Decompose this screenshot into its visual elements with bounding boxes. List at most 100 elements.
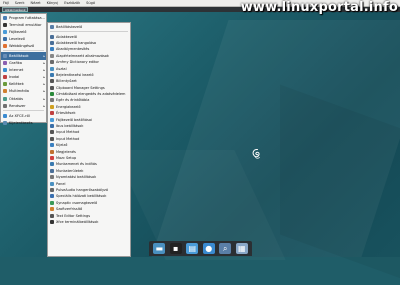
settings-menu-item[interactable]: Beállításkezelő	[48, 24, 130, 30]
settings-item-icon	[50, 124, 54, 129]
settings-item-icon	[50, 200, 54, 205]
settings-item-icon	[50, 117, 54, 122]
app-category-icon	[3, 61, 7, 66]
settings-item-label: Xfce terminálbeállítások	[56, 219, 99, 224]
app-menu-item[interactable]: Az XFCE-ről	[1, 112, 46, 119]
settings-item-label: Synaptic csomagkezelő	[56, 200, 98, 205]
app-menu-item[interactable]: Irodai ▸	[1, 74, 46, 81]
settings-item-label: Címtáblázat elengedés és adatvédelem	[56, 92, 126, 97]
settings-item-icon	[50, 34, 54, 39]
dock-taskbar: ▬ ▪ ▤ ● ⌕ ▦	[149, 241, 252, 256]
app-category-icon	[3, 22, 7, 27]
app-category-icon	[3, 96, 7, 101]
settings-menu-item[interactable]: Xfce terminálbeállítások	[48, 219, 130, 225]
settings-item-label: Beállításkezelő	[56, 25, 83, 30]
app-menu-item[interactable]: Internet ▸	[1, 67, 46, 74]
app-menu-label: Internet	[9, 68, 24, 73]
submenu-arrow-icon: ▸	[43, 96, 45, 101]
app-menu-item[interactable]: Fájlkezelő	[1, 28, 46, 35]
settings-item-icon	[50, 111, 54, 116]
submenu-arrow-icon: ▸	[43, 89, 45, 94]
settings-item-icon	[50, 156, 54, 160]
menu-separator	[50, 31, 128, 33]
app-menu-item[interactable]: Grafika ▸	[1, 60, 46, 67]
settings-item-icon	[50, 162, 54, 167]
settings-item-label: Input Method	[56, 136, 80, 141]
app-menu-label: Kijelentkezés	[9, 120, 33, 125]
app-menu-item[interactable]: Program futtatása...	[1, 14, 46, 21]
app-category-icon	[3, 36, 7, 41]
app-menu-label: Program futtatása...	[9, 15, 45, 20]
settings-item-label: Egér és érintőtábla	[56, 98, 90, 103]
settings-item-label: Amfmy Dictionary editor	[56, 60, 99, 65]
app-menu-item[interactable]: Terminál emulátor	[1, 21, 46, 28]
settings-item-label: Akadálymentesítés	[56, 47, 90, 52]
app-category-icon	[3, 75, 7, 80]
app-menu-label: Webböngésző	[9, 43, 35, 48]
app-category-icon	[3, 15, 7, 20]
settings-item-label: Ablakkezelő	[56, 34, 77, 39]
settings-item-icon	[50, 98, 54, 103]
settings-item-icon	[50, 219, 54, 224]
dock-app-finder-icon[interactable]: ⌕	[219, 243, 232, 254]
submenu-arrow-icon: ▸	[43, 54, 45, 59]
menubar-item[interactable]: Eszközök	[64, 0, 80, 6]
menubar-item[interactable]: Szerk	[15, 0, 25, 6]
submenu-arrow-icon: ▸	[43, 68, 45, 73]
dock-file-manager-icon[interactable]: ▤	[186, 243, 199, 254]
dock-show-desktop-icon[interactable]: ▬	[153, 243, 166, 254]
settings-item-icon	[50, 136, 54, 141]
settings-item-icon	[50, 194, 54, 199]
app-menu-label: Irodai	[9, 75, 20, 80]
app-menu-item[interactable]: Multimédia ▸	[1, 88, 46, 95]
app-menu-label: Grafika	[9, 61, 22, 66]
app-category-icon	[3, 113, 7, 118]
settings-item-icon	[50, 25, 54, 30]
app-category-icon	[3, 103, 7, 108]
submenu-arrow-icon: ▸	[43, 82, 45, 87]
settings-item-label: Text Editor Settings	[56, 213, 91, 218]
settings-item-label: PulseAudio hangerőszabályzó	[56, 187, 109, 192]
app-menu-label: Kellékek	[9, 82, 24, 87]
app-menu-item[interactable]: Levelező	[1, 35, 46, 42]
app-menu-item[interactable]: Rendszer ▸	[1, 102, 46, 109]
settings-item-icon	[50, 40, 54, 45]
app-menu-item[interactable]: Beállítások ▸	[1, 52, 46, 60]
settings-item-icon	[50, 85, 54, 90]
settings-item-label: Speciális hálózati beállítások	[56, 194, 107, 199]
menubar-item[interactable]: Nézet	[30, 0, 40, 6]
dock-terminal-icon[interactable]: ▪	[169, 243, 182, 254]
settings-item-icon	[50, 66, 54, 71]
settings-item-label: Clipboard Manager Settings	[56, 85, 105, 90]
settings-item-label: Panel	[56, 181, 66, 186]
menubar-item[interactable]: Fájl	[3, 0, 9, 6]
settings-item-icon	[50, 130, 54, 135]
app-menu-item[interactable]: Kellékek ▸	[1, 81, 46, 88]
settings-item-label: Fájlkezelő beállításai	[56, 117, 92, 122]
settings-item-icon	[50, 181, 54, 186]
dock-web-browser-icon[interactable]: ●	[202, 243, 215, 254]
app-menu-label: Multimédia	[9, 89, 29, 94]
app-category-icon	[3, 120, 7, 125]
settings-item-icon	[50, 207, 54, 212]
app-menu-item[interactable]: Webböngésző	[1, 42, 46, 49]
app-menu-item[interactable]: Oktatás ▸	[1, 95, 46, 102]
app-category-icon	[3, 54, 7, 59]
menu-separator	[3, 50, 44, 52]
app-menu-label: Az XFCE-ről	[9, 113, 30, 118]
submenu-arrow-icon: ▸	[43, 61, 45, 66]
settings-item-label: Megjelenés	[56, 149, 76, 154]
settings-item-label: Kijelző	[56, 143, 68, 148]
settings-item-label: Szoftverfrissítő	[56, 207, 83, 212]
app-menu-label: Beállítások	[9, 54, 29, 59]
menubar-item[interactable]: Könyvj	[47, 0, 59, 6]
menubar-item[interactable]: Súgó	[86, 0, 95, 6]
window-title-button[interactable]: Alkalmazások	[2, 7, 28, 12]
settings-item-icon	[50, 53, 54, 58]
settings-submenu: Beállításkezelő Ablakkezelő Ablakkezelő ha…	[47, 22, 131, 257]
app-category-icon	[3, 68, 7, 73]
settings-item-icon	[50, 168, 54, 173]
app-menu-item[interactable]: Kijelentkezés	[1, 119, 46, 126]
dock-files-icon[interactable]: ▦	[235, 243, 248, 254]
app-menu-label: Levelező	[9, 36, 25, 41]
